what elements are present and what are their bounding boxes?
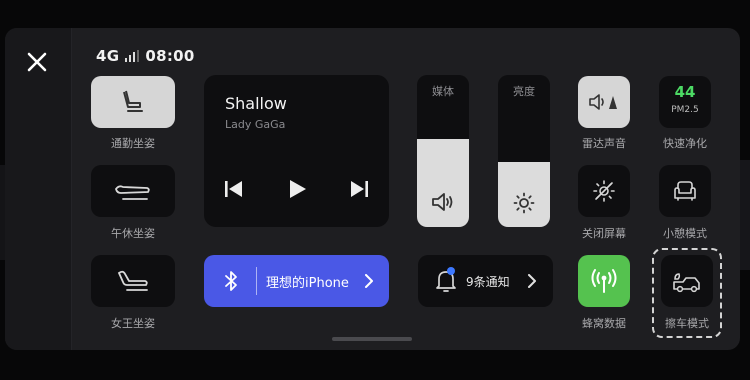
car-wash-button[interactable] <box>661 255 713 307</box>
status-bar: 4G 08:00 <box>96 47 195 65</box>
radar-sound-icon <box>589 94 617 110</box>
brightness-icon <box>513 192 535 214</box>
car-wash-icon <box>673 273 700 293</box>
brightness-slider[interactable]: 亮度 <box>498 75 550 227</box>
cellular-antenna-icon <box>591 269 617 293</box>
song-artist: Lady GaGa <box>225 118 286 131</box>
bell-icon <box>436 267 456 292</box>
chevron-right-icon <box>528 274 536 288</box>
next-track-icon[interactable] <box>349 180 369 198</box>
air-quality-value: 44 <box>674 83 696 101</box>
close-icon <box>27 52 47 72</box>
left-sidebar <box>5 28 72 350</box>
music-player-card[interactable]: Shallow Lady GaGa <box>204 75 389 227</box>
seat-queen-button[interactable] <box>91 255 175 307</box>
air-quality-unit: PM2.5 <box>671 105 699 115</box>
network-type: 4G <box>96 47 120 65</box>
notifications-count: 9条通知 <box>466 275 510 289</box>
seat-nap-label: 午休坐姿 <box>111 227 155 240</box>
seat-queen-icon <box>117 270 148 291</box>
media-volume-fill <box>417 138 469 227</box>
bluetooth-divider <box>256 267 257 295</box>
radar-sound-button[interactable] <box>578 76 630 128</box>
rest-mode-label: 小憩模式 <box>663 227 707 240</box>
close-button[interactable] <box>25 50 49 74</box>
seat-queen-label: 女王坐姿 <box>111 317 155 330</box>
notifications-button[interactable]: 9条通知 <box>418 255 553 307</box>
seat-commute-button[interactable] <box>91 76 175 128</box>
cellular-data-button[interactable] <box>578 255 630 307</box>
clock-time: 08:00 <box>145 47 195 65</box>
previous-track-icon[interactable] <box>224 180 244 198</box>
fast-purify-button[interactable]: 44 PM2.5 <box>659 76 711 128</box>
chevron-right-icon <box>365 274 373 288</box>
home-indicator[interactable] <box>332 337 412 341</box>
bluetooth-device-name: 理想的iPhone <box>266 276 349 291</box>
speaker-icon <box>432 193 453 211</box>
seat-nap-icon <box>115 185 150 200</box>
bluetooth-device-button[interactable]: 理想的iPhone <box>204 255 389 307</box>
rest-mode-button[interactable] <box>659 165 711 217</box>
brightness-label: 亮度 <box>513 85 535 98</box>
seat-nap-button[interactable] <box>91 165 175 217</box>
screen-off-label: 关闭屏幕 <box>582 227 626 240</box>
seat-commute-icon <box>123 90 143 112</box>
control-center-panel: 4G 08:00 通勤坐姿 午休坐姿 女王坐姿 Shallow Lady GaG… <box>5 28 740 350</box>
radar-sound-label: 雷达声音 <box>582 137 626 150</box>
cellular-data-label: 蜂窝数据 <box>582 317 626 330</box>
signal-icon <box>125 50 140 62</box>
media-volume-slider[interactable]: 媒体 <box>417 75 469 227</box>
car-wash-label: 擦车模式 <box>665 317 709 330</box>
screen-off-button[interactable] <box>578 165 630 217</box>
armchair-icon <box>674 181 696 201</box>
fast-purify-label: 快速净化 <box>663 137 707 150</box>
play-icon[interactable] <box>287 179 307 199</box>
seat-commute-label: 通勤坐姿 <box>111 137 155 150</box>
bluetooth-icon <box>225 271 237 291</box>
screen-off-icon <box>593 180 615 202</box>
song-title: Shallow <box>225 94 287 113</box>
media-volume-label: 媒体 <box>432 85 454 98</box>
